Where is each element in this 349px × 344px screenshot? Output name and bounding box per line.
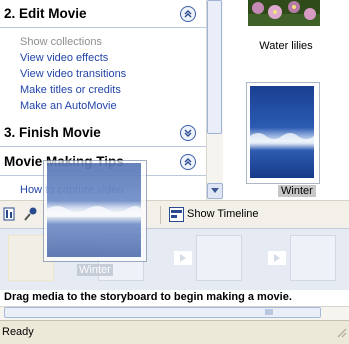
storyboard-slot[interactable] — [290, 235, 336, 281]
collection-pane: Water lilies Winter — [223, 0, 349, 200]
storyboard-hint-text: Drag media to the storyboard to begin ma… — [4, 291, 292, 303]
scroll-grip-icon — [265, 309, 273, 315]
transition-arrow-icon[interactable] — [174, 251, 192, 265]
storyboard-slot[interactable] — [196, 235, 242, 281]
horizontal-scrollbar-thumb[interactable] — [4, 307, 321, 318]
toolbar-separator — [160, 206, 161, 224]
narrate-microphone-icon[interactable] — [24, 207, 38, 221]
expand-chevron-icon[interactable] — [180, 125, 196, 141]
winter-thumbnail[interactable] — [250, 86, 314, 178]
collapse-chevron-icon[interactable] — [180, 154, 196, 170]
timeline-icon — [169, 207, 184, 222]
scrollbar-thumb[interactable] — [207, 0, 222, 134]
finish-movie-title: 3. Finish Movie — [4, 125, 101, 140]
resize-grip-icon[interactable] — [335, 326, 347, 338]
make-titles-credits-link[interactable]: Make titles or credits — [20, 84, 121, 96]
section-divider — [0, 27, 206, 28]
show-collections-link[interactable]: Show collections — [20, 36, 102, 48]
section-divider — [0, 146, 206, 147]
collapse-chevron-icon[interactable] — [180, 6, 196, 22]
status-text: Ready — [2, 326, 34, 338]
winter-drag-thumbnail — [47, 163, 141, 257]
winter-label: Winter — [278, 185, 316, 197]
scroll-down-button[interactable] — [207, 183, 223, 199]
show-timeline-label: Show Timeline — [187, 208, 259, 220]
status-bar: Ready — [0, 320, 349, 344]
edit-movie-title: 2. Edit Movie — [4, 6, 87, 21]
make-automovie-link[interactable]: Make an AutoMovie — [20, 100, 117, 112]
transition-arrow-icon[interactable] — [268, 251, 286, 265]
edit-movie-section-header[interactable]: 2. Edit Movie — [0, 2, 206, 26]
water-lilies-thumbnail[interactable] — [248, 0, 320, 26]
dragged-clip-label: Winter — [77, 264, 113, 276]
storyboard-hint: Drag media to the storyboard to begin ma… — [0, 290, 349, 306]
view-video-transitions-link[interactable]: View video transitions — [20, 68, 126, 80]
finish-movie-section-header[interactable]: 3. Finish Movie — [0, 121, 206, 145]
water-lilies-label: Water lilies — [259, 40, 313, 52]
view-video-effects-link[interactable]: View video effects — [20, 52, 108, 64]
set-audio-levels-icon[interactable] — [3, 207, 15, 221]
chevron-down-icon — [211, 188, 219, 193]
